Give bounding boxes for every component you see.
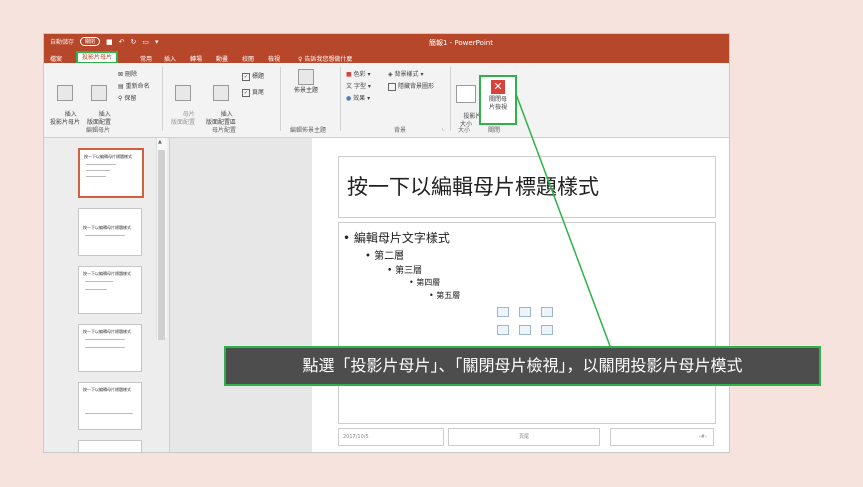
callout-connector — [515, 93, 611, 347]
connector-line-close — [515, 93, 611, 347]
instruction-callout: 點選「投影片母片」、「關閉母片檢視」，以關閉投影片母片模式 — [224, 346, 821, 386]
